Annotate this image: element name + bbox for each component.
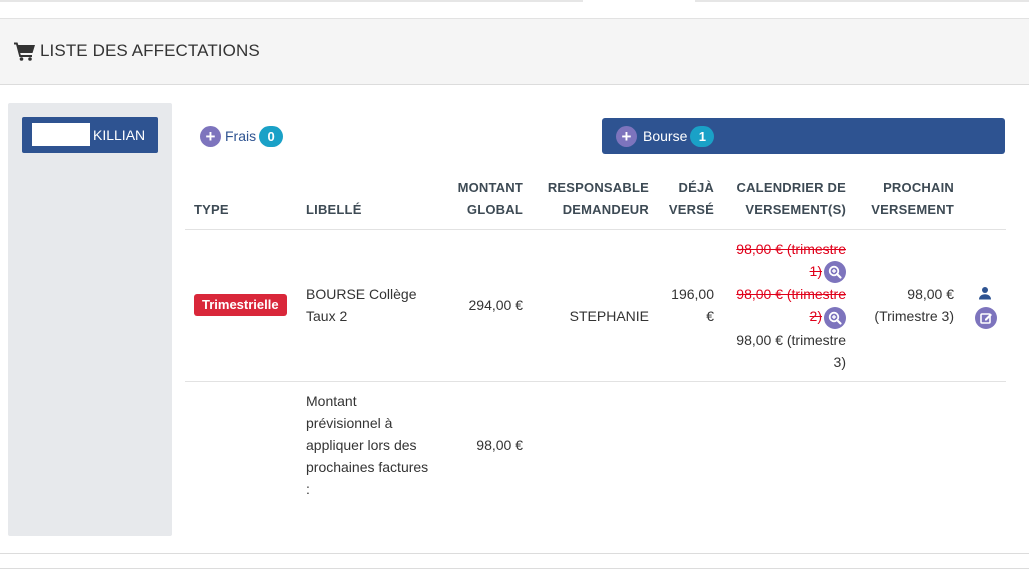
student-name: KILLIAN — [93, 127, 146, 143]
row2-libelle-line5: : — [306, 481, 310, 497]
row1-prochain-versement: 98,00 € (Trimestre 3) — [874, 283, 954, 327]
row1-libelle-line1: BOURSE Collège — [306, 286, 417, 302]
add-frais-button[interactable]: + Frais 0 — [200, 125, 284, 147]
column-header-type: TYPE — [194, 202, 229, 217]
student-button[interactable]: KILLIAN — [22, 117, 158, 153]
row1-libelle: BOURSE Collège Taux 2 — [306, 283, 417, 327]
calendar-entry-1-line2: 1) — [809, 263, 822, 279]
calendar-entry-3-line1: 98,00 € (trimestre — [736, 331, 846, 348]
row2-montant: 98,00 € — [476, 437, 523, 453]
tab-divider-right — [695, 0, 1029, 2]
column-header-deja-verse: DÉJÀ VERSÉ — [669, 177, 714, 221]
payment-calendar: 98,00 € (trimestre 1) 98,00 € (trimestre… — [730, 238, 846, 373]
row2-libelle-line4: prochaines factures — [306, 459, 429, 475]
row1-deja-line2: € — [706, 308, 714, 324]
row2-libelle: Montant prévisionnel à appliquer lors de… — [306, 390, 428, 500]
redacted-name-block — [32, 123, 90, 146]
row2-libelle-line1: Montant — [306, 393, 357, 409]
user-icon[interactable] — [978, 286, 992, 300]
top-tab-strip — [0, 0, 1029, 19]
edit-button[interactable] — [975, 307, 997, 329]
plus-circle-icon: + — [200, 125, 221, 147]
row1-prochain-line2: (Trimestre 3) — [874, 308, 954, 324]
column-header-calendrier-line2: VERSEMENT(S) — [745, 202, 846, 217]
section-bottom-divider — [0, 553, 1029, 554]
bourse-label: Bourse — [643, 128, 688, 144]
shopping-cart-icon — [14, 42, 35, 61]
column-header-responsable-line2: DEMANDEUR — [562, 202, 649, 217]
section-header: LISTE DES AFFECTATIONS — [0, 19, 1029, 85]
column-header-deja-line2: VERSÉ — [668, 202, 714, 217]
edit-icon — [980, 313, 992, 324]
row1-responsable: STEPHANIE — [569, 308, 649, 324]
row1-montant: 294,00 € — [468, 297, 524, 313]
calendar-entry-1-line2-wrap: 1) — [730, 260, 846, 284]
column-header-prochain-line2: VERSEMENT — [871, 202, 954, 217]
page-title: LISTE DES AFFECTATIONS — [40, 41, 260, 60]
calendar-entry-2-line1: 98,00 € (trimestre — [736, 286, 846, 303]
calendar-entry-3-line2: 3) — [833, 353, 846, 370]
row1-deja-line1: 196,00 — [671, 286, 714, 302]
column-header-prochain-line1: PROCHAIN — [883, 180, 954, 195]
row-divider — [185, 381, 1006, 382]
calendar-entry-2-line2-wrap: 2) — [730, 305, 846, 329]
calendar-entry-2-line2: 2) — [809, 308, 822, 325]
frais-label: Frais — [225, 128, 257, 144]
column-header-calendrier-line1: CALENDRIER DE — [736, 180, 846, 195]
row2-libelle-line2: prévisionnel à — [306, 415, 393, 431]
column-header-prochain: PROCHAIN VERSEMENT — [871, 177, 954, 221]
column-header-responsable: RESPONSABLE DEMANDEUR — [548, 177, 649, 221]
plus-circle-icon: + — [616, 125, 637, 147]
bourse-count-badge: 1 — [690, 125, 715, 147]
tab-divider-left — [0, 0, 583, 2]
column-header-libelle: LIBELLÉ — [306, 202, 362, 217]
row1-libelle-line2: Taux 2 — [306, 308, 348, 324]
type-badge: Trimestrielle — [194, 294, 287, 316]
header-divider — [185, 229, 1006, 230]
student-sidebar — [8, 103, 172, 536]
row2-libelle-line3: appliquer lors des — [306, 437, 417, 453]
column-header-montant-line1: MONTANT — [457, 180, 523, 195]
column-header-calendrier: CALENDRIER DE VERSEMENT(S) — [737, 177, 847, 221]
zoom-in-icon[interactable] — [824, 306, 846, 329]
bourse-panel-button[interactable]: + Bourse 1 — [602, 118, 1005, 154]
frais-count-badge: 0 — [259, 125, 284, 147]
column-header-deja-line1: DÉJÀ — [678, 180, 714, 195]
column-header-responsable-line1: RESPONSABLE — [547, 180, 649, 195]
zoom-in-icon[interactable] — [824, 261, 846, 284]
row1-deja-verse: 196,00 € — [671, 283, 714, 327]
calendar-entry-1-line1: 98,00 € (trimestre — [736, 241, 846, 257]
column-header-montant: MONTANT GLOBAL — [458, 177, 523, 221]
row1-prochain-line1: 98,00 € — [907, 286, 954, 302]
column-header-montant-line2: GLOBAL — [466, 202, 523, 217]
